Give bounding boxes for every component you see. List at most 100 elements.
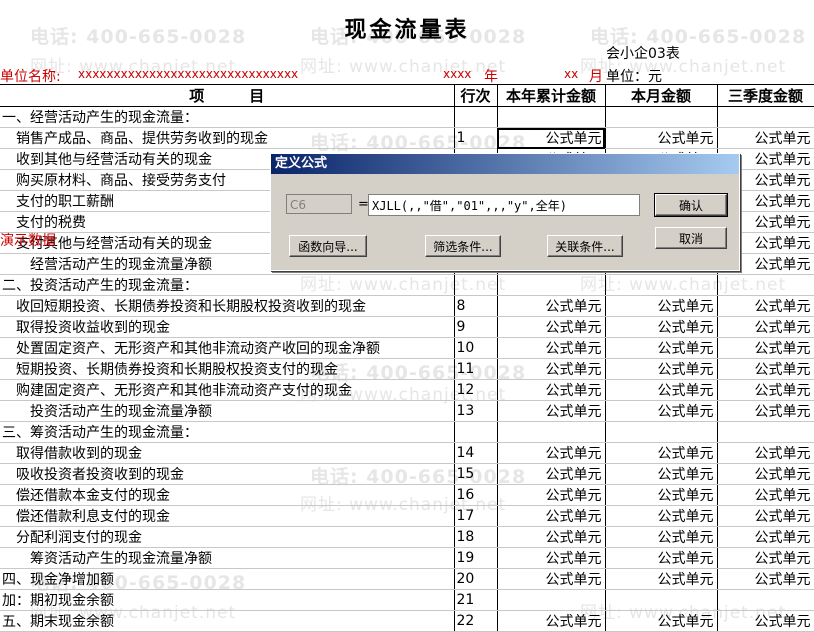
month-amount-cell[interactable]: 公式单元 bbox=[605, 127, 718, 149]
ytd-amount-cell[interactable]: 公式单元 bbox=[497, 526, 606, 548]
month-amount-cell[interactable]: 公式单元 bbox=[605, 379, 718, 401]
q3-amount-cell[interactable]: 公式单元 bbox=[717, 358, 814, 380]
item-cell[interactable]: 一、经营活动产生的现金流量： bbox=[0, 106, 455, 128]
year-value[interactable]: xxxx bbox=[443, 67, 471, 81]
ytd-amount-cell[interactable]: 公式单元 bbox=[497, 484, 606, 506]
item-cell[interactable]: 取得投资收益收到的现金 bbox=[0, 316, 455, 338]
row-number-cell[interactable]: 21 bbox=[454, 589, 498, 611]
row-number-cell[interactable]: 18 bbox=[454, 526, 498, 548]
row-number-cell[interactable]: 8 bbox=[454, 295, 498, 317]
dialog-title[interactable]: 定义公式 bbox=[271, 154, 739, 174]
q3-amount-cell[interactable] bbox=[717, 106, 814, 128]
q3-amount-cell[interactable]: 公式单元 bbox=[717, 610, 814, 632]
row-number-cell[interactable]: 12 bbox=[454, 379, 498, 401]
row-number-cell[interactable] bbox=[454, 106, 498, 128]
ytd-amount-cell[interactable] bbox=[497, 421, 606, 443]
ytd-amount-cell[interactable]: 公式单元 bbox=[497, 316, 606, 338]
item-cell[interactable]: 二、投资活动产生的现金流量： bbox=[0, 274, 455, 296]
item-cell[interactable]: 销售产成品、商品、提供劳务收到的现金 bbox=[0, 127, 455, 149]
item-cell[interactable]: 投资活动产生的现金流量净额 bbox=[0, 400, 455, 422]
item-cell[interactable]: 分配利润支付的现金 bbox=[0, 526, 455, 548]
month-amount-cell[interactable]: 公式单元 bbox=[605, 295, 718, 317]
ytd-amount-cell[interactable]: 公式单元 bbox=[497, 568, 606, 590]
ytd-amount-cell[interactable] bbox=[497, 274, 606, 296]
month-amount-cell[interactable]: 公式单元 bbox=[605, 610, 718, 632]
ytd-amount-cell[interactable]: 公式单元 bbox=[497, 127, 606, 149]
q3-amount-cell[interactable] bbox=[717, 274, 814, 296]
row-number-cell[interactable] bbox=[454, 421, 498, 443]
q3-amount-cell[interactable]: 公式单元 bbox=[717, 505, 814, 527]
row-number-cell[interactable]: 1 bbox=[454, 127, 498, 149]
ytd-amount-cell[interactable] bbox=[497, 589, 606, 611]
item-cell[interactable]: 收回短期投资、长期债券投资和长期股权投资收到的现金 bbox=[0, 295, 455, 317]
cancel-button[interactable]: 取消 bbox=[655, 227, 727, 249]
q3-amount-cell[interactable]: 公式单元 bbox=[717, 295, 814, 317]
item-cell[interactable]: 四、现金净增加额 bbox=[0, 568, 455, 590]
month-amount-cell[interactable]: 公式单元 bbox=[605, 442, 718, 464]
month-amount-cell[interactable] bbox=[605, 421, 718, 443]
ytd-amount-cell[interactable]: 公式单元 bbox=[497, 463, 606, 485]
item-cell[interactable]: 取得借款收到的现金 bbox=[0, 442, 455, 464]
unit-name-value[interactable]: xxxxxxxxxxxxxxxxxxxxxxxxxxxxxxx bbox=[78, 67, 298, 81]
month-amount-cell[interactable] bbox=[605, 106, 718, 128]
ytd-amount-cell[interactable]: 公式单元 bbox=[497, 358, 606, 380]
ytd-amount-cell[interactable]: 公式单元 bbox=[497, 400, 606, 422]
formula-input[interactable]: XJLL(,,"借","01",,,"y",全年) bbox=[368, 194, 640, 216]
row-number-cell[interactable]: 15 bbox=[454, 463, 498, 485]
item-cell[interactable]: 加：期初现金余额 bbox=[0, 589, 455, 611]
row-number-cell[interactable]: 16 bbox=[454, 484, 498, 506]
row-number-cell[interactable]: 14 bbox=[454, 442, 498, 464]
q3-amount-cell[interactable]: 公式单元 bbox=[717, 442, 814, 464]
ytd-amount-cell[interactable]: 公式单元 bbox=[497, 295, 606, 317]
item-cell[interactable]: 偿还借款利息支付的现金 bbox=[0, 505, 455, 527]
month-value[interactable]: xx bbox=[564, 67, 578, 81]
q3-amount-cell[interactable]: 公式单元 bbox=[717, 526, 814, 548]
ytd-amount-cell[interactable]: 公式单元 bbox=[497, 442, 606, 464]
q3-amount-cell[interactable]: 公式单元 bbox=[717, 127, 814, 149]
month-amount-cell[interactable]: 公式单元 bbox=[605, 484, 718, 506]
row-number-cell[interactable]: 13 bbox=[454, 400, 498, 422]
item-cell[interactable]: 处置固定资产、无形资产和其他非流动资产收回的现金净额 bbox=[0, 337, 455, 359]
q3-amount-cell[interactable]: 公式单元 bbox=[717, 547, 814, 569]
row-number-cell[interactable] bbox=[454, 274, 498, 296]
ytd-amount-cell[interactable]: 公式单元 bbox=[497, 379, 606, 401]
item-cell[interactable]: 三、筹资活动产生的现金流量： bbox=[0, 421, 455, 443]
q3-amount-cell[interactable] bbox=[717, 589, 814, 611]
row-number-cell[interactable]: 20 bbox=[454, 568, 498, 590]
q3-amount-cell[interactable]: 公式单元 bbox=[717, 337, 814, 359]
relation-conditions-button[interactable]: 关联条件... bbox=[547, 235, 623, 257]
month-amount-cell[interactable]: 公式单元 bbox=[605, 463, 718, 485]
item-cell[interactable]: 偿还借款本金支付的现金 bbox=[0, 484, 455, 506]
item-cell[interactable]: 吸收投资者投资收到的现金 bbox=[0, 463, 455, 485]
ytd-amount-cell[interactable]: 公式单元 bbox=[497, 505, 606, 527]
month-amount-cell[interactable]: 公式单元 bbox=[605, 547, 718, 569]
q3-amount-cell[interactable]: 公式单元 bbox=[717, 568, 814, 590]
item-cell[interactable]: 购建固定资产、无形资产和其他非流动资产支付的现金 bbox=[0, 379, 455, 401]
q3-amount-cell[interactable]: 公式单元 bbox=[717, 463, 814, 485]
row-number-cell[interactable]: 19 bbox=[454, 547, 498, 569]
item-cell[interactable]: 短期投资、长期债券投资和长期股权投资支付的现金 bbox=[0, 358, 455, 380]
item-cell[interactable]: 五、期末现金余额 bbox=[0, 610, 455, 632]
month-amount-cell[interactable]: 公式单元 bbox=[605, 505, 718, 527]
q3-amount-cell[interactable] bbox=[717, 421, 814, 443]
month-amount-cell[interactable]: 公式单元 bbox=[605, 358, 718, 380]
q3-amount-cell[interactable]: 公式单元 bbox=[717, 316, 814, 338]
function-wizard-button[interactable]: 函数向导... bbox=[289, 235, 367, 257]
ytd-amount-cell[interactable] bbox=[497, 106, 606, 128]
month-amount-cell[interactable]: 公式单元 bbox=[605, 337, 718, 359]
row-number-cell[interactable]: 22 bbox=[454, 610, 498, 632]
ytd-amount-cell[interactable]: 公式单元 bbox=[497, 610, 606, 632]
month-amount-cell[interactable]: 公式单元 bbox=[605, 568, 718, 590]
item-cell[interactable]: 筹资活动产生的现金流量净额 bbox=[0, 547, 455, 569]
row-number-cell[interactable]: 11 bbox=[454, 358, 498, 380]
filter-conditions-button[interactable]: 筛选条件... bbox=[425, 235, 501, 257]
month-amount-cell[interactable]: 公式单元 bbox=[605, 400, 718, 422]
q3-amount-cell[interactable]: 公式单元 bbox=[717, 379, 814, 401]
q3-amount-cell[interactable]: 公式单元 bbox=[717, 484, 814, 506]
month-amount-cell[interactable]: 公式单元 bbox=[605, 526, 718, 548]
month-amount-cell[interactable] bbox=[605, 274, 718, 296]
row-number-cell[interactable]: 9 bbox=[454, 316, 498, 338]
month-amount-cell[interactable] bbox=[605, 589, 718, 611]
ytd-amount-cell[interactable]: 公式单元 bbox=[497, 547, 606, 569]
q3-amount-cell[interactable]: 公式单元 bbox=[717, 400, 814, 422]
